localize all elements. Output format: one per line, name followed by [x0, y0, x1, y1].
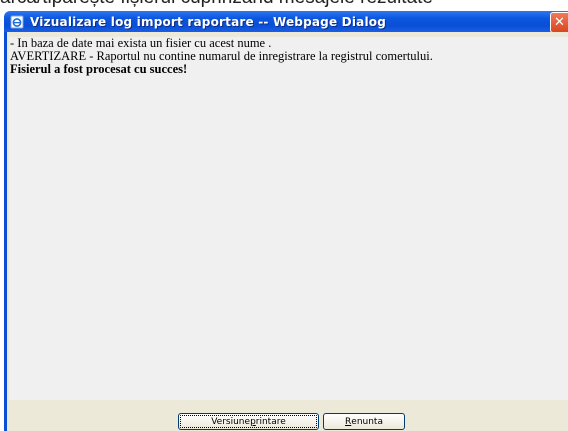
- cancel-button-label-suffix: enunta: [351, 416, 383, 427]
- print-button-label-suffix: rintare: [255, 416, 286, 427]
- log-content: - In baza de date mai exista un fisier c…: [9, 37, 568, 400]
- cancel-button[interactable]: Renunta: [323, 413, 405, 430]
- dialog-title: Vizualizare log import raportare -- Webp…: [30, 14, 386, 29]
- log-line-success: Fisierul a fost procesat cu succes!: [10, 62, 188, 76]
- ie-page-icon: [10, 15, 24, 29]
- close-icon[interactable]: ✕: [550, 12, 568, 33]
- dialog-titlebar[interactable]: Vizualizare log import raportare -- Webp…: [4, 11, 568, 33]
- print-version-button[interactable]: Versiune p rintare: [178, 413, 319, 430]
- print-button-label-prefix: Versiune: [211, 416, 251, 427]
- background-page-caption: arca/tipărește fișierul cuprinzând mesaj…: [0, 0, 568, 9]
